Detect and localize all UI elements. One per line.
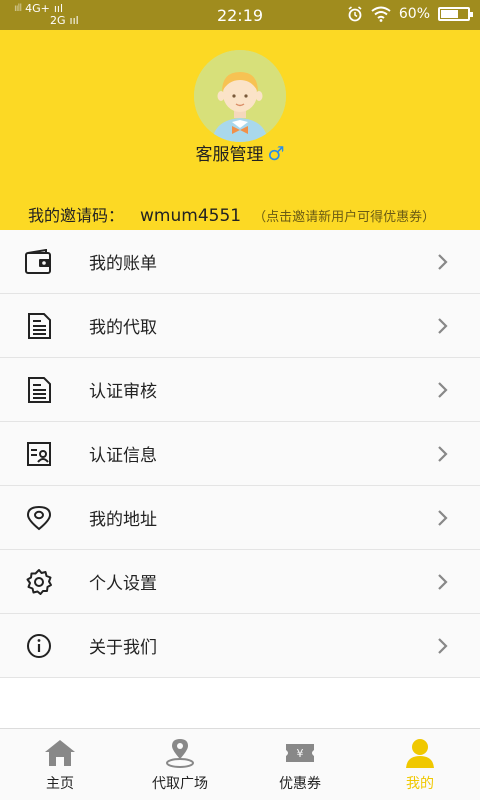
tab-label: 代取广场 — [152, 776, 208, 792]
invite-row[interactable]: 我的邀请码： wmum4551 （点击邀请新用户可得优惠券） — [28, 202, 435, 226]
svg-text:¥: ¥ — [297, 747, 304, 760]
chevron-right-icon — [438, 638, 448, 654]
tab-label: 主页 — [46, 776, 74, 792]
tab-home[interactable]: 主页 — [0, 729, 120, 800]
chevron-right-icon — [438, 382, 448, 398]
gear-icon — [24, 568, 54, 596]
profile-menu: 我的账单 我的代取 认证审核 认证信息 我的地址 个人设置 关于我们 — [0, 230, 480, 678]
tab-label: 我的 — [406, 776, 434, 792]
document-icon — [24, 376, 54, 404]
tab-coupons[interactable]: ¥ 优惠券 — [240, 729, 360, 800]
battery-percent: 60% — [398, 6, 430, 22]
invite-code: wmum4551 — [140, 206, 242, 226]
menu-label: 我的账单 — [89, 254, 157, 274]
tab-label: 优惠券 — [279, 776, 321, 792]
document-icon — [24, 312, 54, 340]
avatar[interactable] — [194, 50, 286, 142]
invite-hint[interactable]: （点击邀请新用户可得优惠券） — [253, 206, 435, 225]
bottom-tab-bar: 主页 代取广场 ¥ 优惠券 我的 — [0, 728, 480, 800]
chevron-right-icon — [438, 574, 448, 590]
username-row: 客服管理 ♂ — [0, 140, 480, 165]
menu-item-about-us[interactable]: 关于我们 — [0, 614, 480, 678]
menu-item-my-address[interactable]: 我的地址 — [0, 486, 480, 550]
wifi-icon — [371, 6, 391, 22]
tab-pickup-square[interactable]: 代取广场 — [120, 729, 240, 800]
status-right: 60% — [347, 6, 473, 22]
menu-item-verification-review[interactable]: 认证审核 — [0, 358, 480, 422]
menu-label: 认证信息 — [89, 446, 157, 466]
menu-label: 认证审核 — [89, 382, 157, 402]
location-icon — [24, 504, 54, 532]
wallet-icon — [24, 248, 54, 276]
avatar-image — [194, 50, 286, 142]
menu-label: 我的地址 — [89, 510, 157, 530]
menu-item-verification-info[interactable]: 认证信息 — [0, 422, 480, 486]
menu-label: 我的代取 — [89, 318, 157, 338]
chevron-right-icon — [438, 254, 448, 270]
chevron-right-icon — [438, 318, 448, 334]
tab-mine[interactable]: 我的 — [360, 729, 480, 800]
info-icon — [24, 632, 54, 660]
menu-item-settings[interactable]: 个人设置 — [0, 550, 480, 614]
battery-icon — [438, 7, 473, 21]
menu-item-bill[interactable]: 我的账单 — [0, 230, 480, 294]
menu-item-my-pickup[interactable]: 我的代取 — [0, 294, 480, 358]
status-bar: ııll 4G+ ııl 2G ııl 22:19 60% — [0, 0, 480, 30]
username: 客服管理 — [195, 145, 264, 165]
alarm-icon — [348, 6, 362, 22]
person-icon — [402, 737, 438, 769]
coupon-icon: ¥ — [282, 737, 318, 769]
menu-label: 关于我们 — [89, 638, 157, 658]
chevron-right-icon — [438, 510, 448, 526]
home-icon — [42, 737, 78, 769]
location-pin-icon — [162, 737, 198, 769]
id-card-icon — [24, 440, 54, 468]
invite-label: 我的邀请码： — [28, 206, 125, 225]
male-gender-icon: ♂ — [267, 143, 285, 165]
profile-header: 客服管理 ♂ 我的邀请码： wmum4551 （点击邀请新用户可得优惠券） — [0, 30, 480, 230]
menu-label: 个人设置 — [89, 574, 157, 594]
chevron-right-icon — [438, 446, 448, 462]
